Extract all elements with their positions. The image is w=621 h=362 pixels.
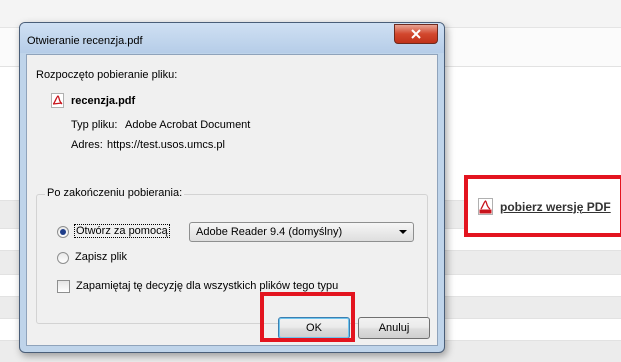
application-select-value: Adobe Reader 9.4 (domyślny) (196, 226, 343, 238)
remember-decision-label[interactable]: Zapamiętaj tę decyzję dla wszystkich pli… (76, 280, 338, 292)
save-file-label[interactable]: Zapisz plik (75, 251, 127, 263)
close-button[interactable] (394, 24, 438, 44)
radio-selected-dot (60, 229, 66, 235)
download-intro-text: Rozpoczęto pobieranie pliku: (36, 69, 178, 81)
pdf-file-icon (51, 93, 64, 108)
after-download-group-title: Po zakończeniu pobierania: (45, 187, 185, 199)
open-with-radio[interactable] (57, 226, 69, 238)
ok-button[interactable]: OK (278, 317, 350, 339)
dialog-title: Otwieranie recenzja.pdf (27, 35, 143, 47)
dialog-body: Rozpoczęto pobieranie pliku: recenzja.pd… (26, 54, 438, 346)
file-address-label: Adres: (71, 139, 103, 151)
download-pdf-link[interactable]: pobierz wersję PDF (478, 198, 611, 215)
remember-decision-checkbox[interactable] (57, 280, 70, 293)
file-type-value: Adobe Acrobat Document (125, 119, 251, 131)
file-type-label: Typ pliku: (71, 119, 118, 131)
download-pdf-link-label[interactable]: pobierz wersję PDF (500, 200, 611, 214)
dropdown-arrow-icon (399, 230, 407, 234)
cancel-button[interactable]: Anuluj (358, 317, 430, 339)
open-with-label[interactable]: Otwórz za pomocą (74, 224, 170, 238)
save-file-radio[interactable] (57, 252, 69, 264)
pdf-file-icon (478, 198, 493, 215)
file-address-value: https://test.usos.umcs.pl (107, 139, 225, 151)
close-icon (411, 29, 421, 39)
pdf-link-highlight: pobierz wersję PDF (464, 175, 621, 237)
file-row: recenzja.pdf (51, 93, 135, 108)
file-name: recenzja.pdf (71, 94, 136, 107)
dialog-title-bar[interactable]: Otwieranie recenzja.pdf (20, 23, 444, 53)
application-select[interactable]: Adobe Reader 9.4 (domyślny) (189, 222, 414, 242)
download-dialog: Otwieranie recenzja.pdf Rozpoczęto pobie… (19, 22, 445, 353)
